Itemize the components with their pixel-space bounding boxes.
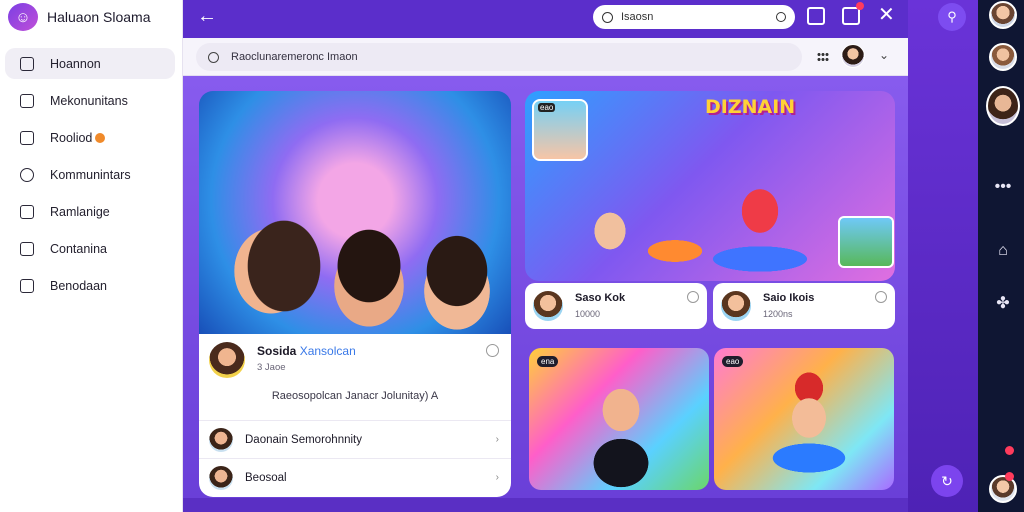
gallery-icon[interactable] [807,7,825,25]
sidebar-item-edit[interactable]: Mekonunitans [5,85,175,116]
list-item-label: Daonain Semorohnnity [245,433,362,446]
avatar[interactable] [986,86,1020,126]
options-icon[interactable] [687,291,699,303]
game-banner[interactable]: DIZNAIN eao [525,91,895,281]
list-item[interactable]: Daonain Semorohnnity › [199,420,511,458]
sidebar-item-send[interactable]: Rooliod [5,122,175,153]
sidebar-item-chat[interactable]: Kommunintars [5,159,175,190]
sidebar-item-message[interactable]: Contanina [5,233,175,264]
search-icon [602,11,613,23]
post-meta: 3 Jaoe [257,362,286,373]
send-icon [20,130,34,145]
sidebar-item-label: Kommunintars [50,167,131,182]
puzzle-icon[interactable]: ✤ [993,293,1013,313]
game-thumbnail[interactable] [838,216,894,268]
sidebar-item-calendar[interactable]: Benodaan [5,270,175,301]
search-placeholder: Raoclunaremeronc Imaon [231,51,358,63]
author-avatar[interactable] [209,342,245,378]
sidebar-item-label: Hoannon [50,56,101,71]
hero-card-info: Sosida Xansolcan 3 Jaoe Raeosopolcan Jan… [199,334,511,497]
mini-card-meta: 1200ns [763,309,793,319]
options-icon[interactable] [875,291,887,303]
flag-icon [20,204,34,219]
refresh-icon[interactable]: ↻ [931,465,963,497]
inbox-icon[interactable] [842,2,864,25]
sidebar-item-label: Contanina [50,241,107,256]
grid-icon[interactable] [817,52,829,62]
app-name: Haluaon Sloama [47,9,151,25]
mini-card[interactable]: Saso Kok 10000 [525,283,707,329]
sidebar-nav: Hoannon Mekonunitans Rooliod Kommunintar… [5,48,175,307]
avatar [533,291,563,321]
top-search-input[interactable]: Isaosn [593,5,795,29]
search-icon [208,51,219,63]
avatar[interactable] [841,44,865,68]
mini-card-meta: 10000 [575,309,601,319]
author-name[interactable]: Sosida Xansolcan [257,344,356,358]
avatar [721,291,751,321]
sidebar-item-label: Benodaan [50,278,108,293]
list-item-label: Beosoal [245,471,287,484]
main-panel: Raoclunaremeronc Imaon ⌄ Sosida Xansolca… [183,38,908,498]
tile-badge: eao [722,356,744,367]
home-icon[interactable]: ⌂ [993,242,1013,260]
avatar [209,427,233,452]
author-first-name: Sosida [257,344,297,358]
avatar[interactable] [989,1,1017,29]
sidebar-item-label: Ramlanige [50,204,110,219]
brand[interactable]: ☺ Haluaon Sloama [8,3,151,31]
edit-icon [20,93,34,108]
home-icon [20,56,34,71]
sidebar-item-flag[interactable]: Ramlanige [5,196,175,227]
thumbnail-badge: eao [538,103,556,112]
mini-card[interactable]: Saio Ikois 1200ns [713,283,895,329]
calendar-icon [20,278,34,293]
mic-icon[interactable] [776,12,786,22]
message-icon [20,241,34,256]
top-search-value: Isaosn [621,11,654,23]
app-logo-icon: ☺ [8,3,38,31]
notification-dot [1005,472,1014,481]
tile-badge: ena [537,356,559,367]
chevron-right-icon: › [495,472,499,483]
sidebar-item-home[interactable]: Hoannon [5,48,175,79]
profile-search-icon[interactable]: ⚲ [938,3,966,31]
author-highlight: Xansolcan [299,344,356,358]
content-search-input[interactable]: Raoclunaremeronc Imaon [196,43,802,71]
hero-image[interactable] [199,91,511,334]
sidebar-item-label: Rooliod [50,130,93,145]
right-rail [908,0,978,512]
mini-card-title: Saio Ikois [763,292,815,304]
left-sidebar: ☺ Haluaon Sloama Hoannon Mekonunitans Ro… [0,0,183,512]
chevron-down-icon[interactable]: ⌄ [879,48,889,62]
mini-card-title: Saso Kok [575,292,626,304]
sub-toolbar: Raoclunaremeronc Imaon ⌄ [183,38,908,76]
top-bar: ← Isaosn ✕ [183,0,908,38]
post-description: Raeosopolcan Janacr Jolunitay) A [271,390,439,402]
back-arrow-icon[interactable]: ← [197,5,217,27]
game-logo: DIZNAIN [705,96,796,118]
chat-icon [20,167,34,182]
options-icon[interactable] [486,344,499,357]
game-thumbnail[interactable]: eao [532,99,588,161]
close-icon[interactable]: ✕ [878,4,895,26]
video-tile[interactable]: ena [529,348,709,490]
avatar[interactable] [989,43,1017,71]
list-item[interactable]: Beosoal › [199,458,511,496]
chevron-right-icon: › [495,434,499,445]
sidebar-item-label: Mekonunitans [50,93,128,108]
avatar [209,465,233,490]
video-tile[interactable]: eao [714,348,894,490]
notification-badge [95,132,106,143]
more-icon[interactable]: ••• [993,178,1013,196]
notification-dot [1005,446,1014,455]
